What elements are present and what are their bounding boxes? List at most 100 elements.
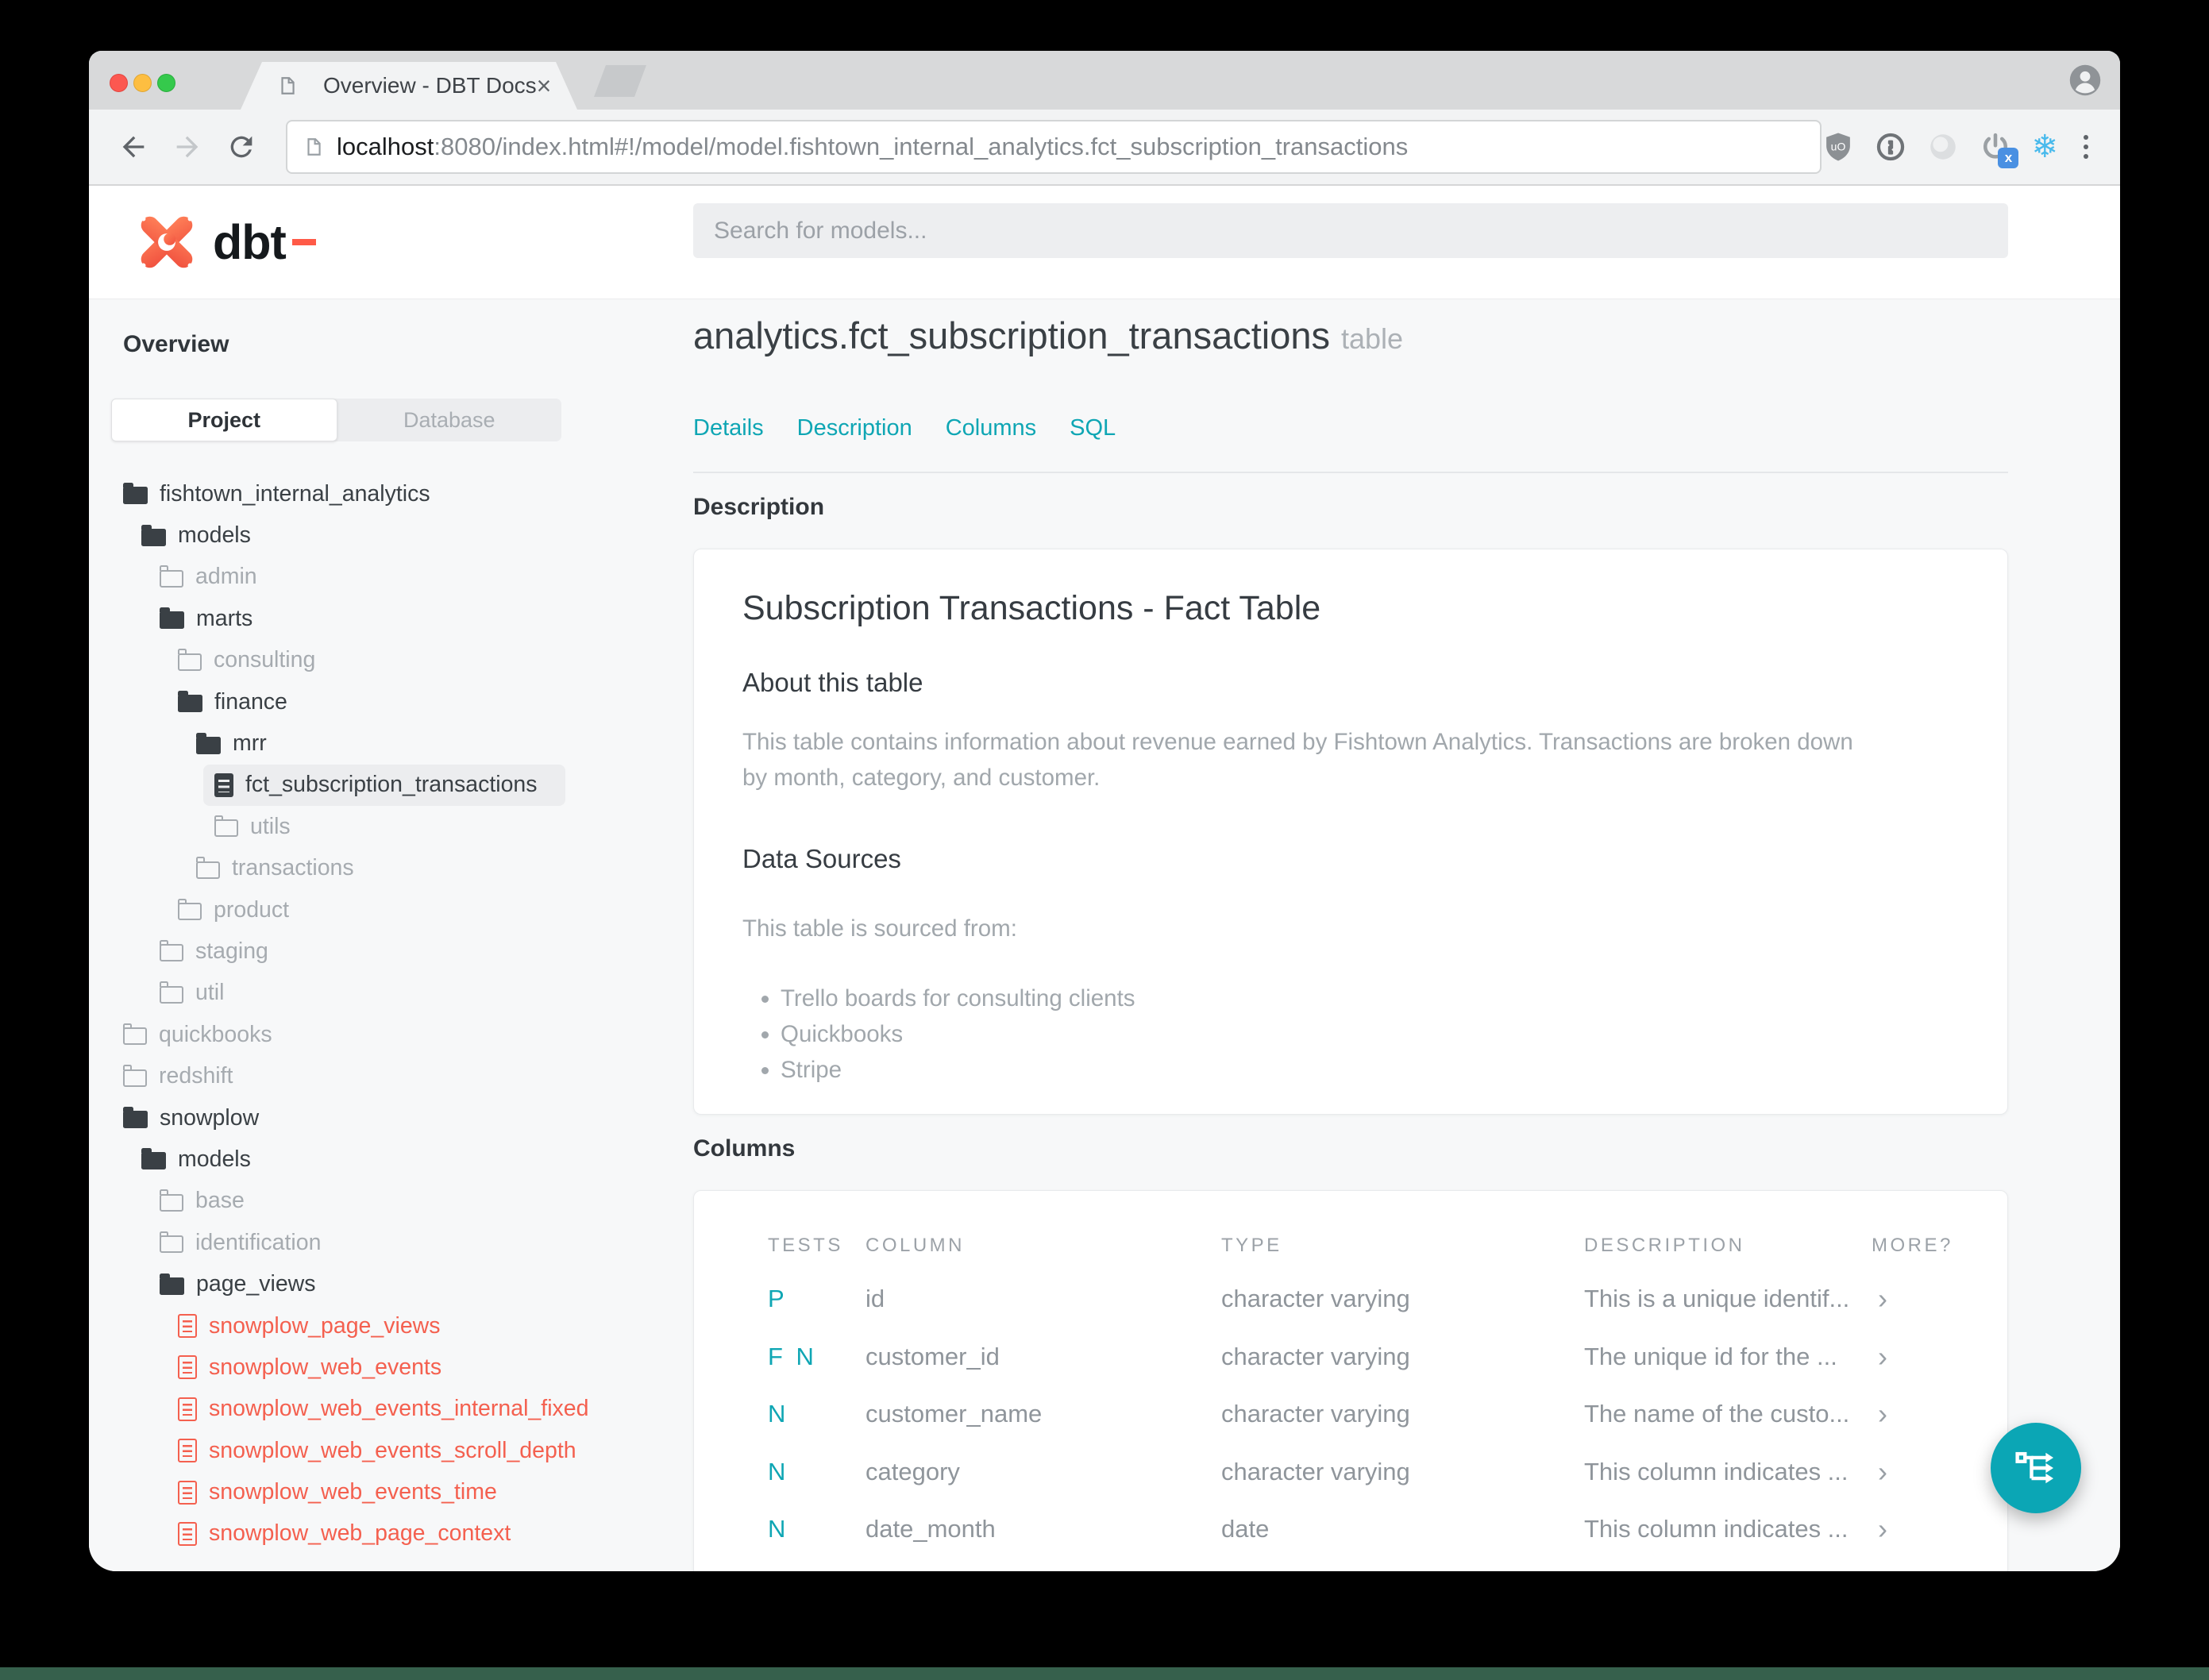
folder-closed-icon — [159, 1231, 183, 1254]
reload-button[interactable] — [226, 131, 257, 163]
chevron-right-icon[interactable]: › — [1872, 1397, 2007, 1431]
tree-item-models[interactable]: models — [89, 514, 693, 556]
tree-item-product[interactable]: product — [89, 889, 693, 931]
power-extension-icon[interactable]: x — [1979, 130, 2019, 168]
tab-strip: Overview - DBT Docs × — [89, 51, 2120, 110]
nav-link-description[interactable]: Description — [797, 414, 912, 442]
doc-title: Subscription Transactions - Fact Table — [742, 589, 1321, 627]
tree-item-page-views[interactable]: page_views — [89, 1263, 693, 1304]
tree-item-identification[interactable]: identification — [89, 1222, 693, 1263]
tree-item-snowplow[interactable]: snowplow — [89, 1097, 693, 1139]
nav-link-columns[interactable]: Columns — [946, 414, 1036, 442]
table-row[interactable]: N date_month date This column indicates … — [768, 1501, 2007, 1559]
chevron-right-icon[interactable]: › — [1872, 1455, 2007, 1489]
sidebar-title: Overview — [123, 331, 229, 357]
data-sources-list: Trello boards for consulting clients Qui… — [742, 981, 1959, 1088]
chevron-right-icon[interactable]: › — [1872, 1282, 2007, 1316]
tree-item-snowplow-web-events-time[interactable]: snowplow_web_events_time — [89, 1471, 693, 1512]
chevron-right-icon[interactable]: › — [1872, 1512, 2007, 1546]
folder-open-icon — [141, 1148, 166, 1170]
tree-item-fct-subscription-transactions[interactable]: fct_subscription_transactions — [203, 764, 565, 807]
ublock-shield-icon[interactable]: uO — [1822, 130, 1855, 164]
profile-avatar-icon[interactable] — [2068, 63, 2103, 98]
model-file-icon — [178, 1397, 197, 1421]
window-minimize-button[interactable] — [133, 74, 152, 92]
table-row[interactable]: F N customer_id character varying The un… — [768, 1328, 2007, 1386]
tree-item-snowplow-web-page-context[interactable]: snowplow_web_page_context — [89, 1513, 693, 1555]
tab-title: Overview - DBT Docs — [323, 73, 537, 98]
new-tab-button[interactable] — [594, 65, 646, 97]
list-item: Trello boards for consulting clients — [781, 981, 1959, 1016]
tree-item-snowplow-web-events[interactable]: snowplow_web_events — [89, 1347, 693, 1388]
browser-tab[interactable]: Overview - DBT Docs × — [241, 62, 577, 110]
tree-item-consulting[interactable]: consulting — [89, 640, 693, 681]
forward-button[interactable] — [172, 131, 203, 163]
snowflake-extension-icon[interactable]: ❄ — [2031, 131, 2058, 163]
nav-link-details[interactable]: Details — [693, 414, 764, 442]
table-row[interactable]: N customer_name character varying The na… — [768, 1385, 2007, 1443]
tab-close-icon[interactable]: × — [537, 73, 552, 98]
folder-closed-icon — [214, 815, 238, 838]
extensions-area: uO x ❄ — [1822, 130, 2103, 168]
folder-closed-icon — [177, 898, 202, 921]
tree-item-marts[interactable]: marts — [89, 598, 693, 639]
x-badge-icon: x — [1998, 148, 2019, 168]
folder-closed-icon — [159, 1189, 183, 1212]
tree-item-mrr[interactable]: mrr — [89, 722, 693, 764]
tree-item-finance[interactable]: finance — [89, 681, 693, 722]
back-button[interactable] — [118, 131, 149, 163]
col-header-description: DESCRIPTION — [1584, 1235, 1745, 1256]
folder-closed-icon — [177, 649, 202, 671]
tree-item-quickbooks[interactable]: quickbooks — [89, 1014, 693, 1055]
nav-link-sql[interactable]: SQL — [1070, 414, 1116, 442]
desktop-edge — [0, 1667, 2209, 1680]
search-input[interactable] — [693, 203, 2008, 258]
window-close-button[interactable] — [110, 74, 128, 92]
window-zoom-button[interactable] — [157, 74, 175, 92]
page-title: analytics.fct_subscription_transactions t… — [693, 314, 2008, 361]
columns-table-body: P id character varying This is a unique … — [694, 1270, 2007, 1559]
tree-item-snowplow-models[interactable]: models — [89, 1139, 693, 1180]
tree-item-util[interactable]: util — [89, 973, 693, 1014]
col-header-tests: TESTS — [768, 1235, 843, 1256]
description-section-heading: Description — [693, 494, 825, 520]
tree-item-admin[interactable]: admin — [89, 557, 693, 598]
folder-open-icon — [160, 607, 184, 630]
tree-item-utils[interactable]: utils — [89, 806, 693, 847]
about-text: This table contains information about re… — [742, 729, 1853, 791]
folder-closed-icon — [159, 565, 183, 588]
page-doc-icon — [277, 74, 298, 98]
tree-item-snowplow-web-events-internal-fixed[interactable]: snowplow_web_events_internal_fixed — [89, 1389, 693, 1430]
tab-project[interactable]: Project — [111, 399, 337, 441]
model-file-icon — [178, 1355, 197, 1380]
tree-item-redshift[interactable]: redshift — [89, 1055, 693, 1096]
tree-item-base[interactable]: base — [89, 1181, 693, 1222]
col-header-type: TYPE — [1221, 1235, 1282, 1256]
folder-open-icon — [196, 732, 221, 754]
folder-closed-icon — [122, 1023, 147, 1046]
columns-card: TESTS COLUMN TYPE DESCRIPTION MORE? P id… — [693, 1190, 2008, 1571]
model-search[interactable] — [693, 203, 2008, 258]
chevron-right-icon[interactable]: › — [1872, 1340, 2007, 1374]
browser-window: Overview - DBT Docs × localhost:8080/ind — [89, 51, 2120, 1571]
tree-item-snowplow-page-views[interactable]: snowplow_page_views — [89, 1305, 693, 1347]
tree-item-snowplow-web-events-scroll-depth[interactable]: snowplow_web_events_scroll_depth — [89, 1430, 693, 1471]
lineage-graph-button[interactable] — [1991, 1423, 2081, 1513]
browser-menu-icon[interactable] — [2077, 132, 2095, 162]
tree-item-staging[interactable]: staging — [89, 931, 693, 972]
address-bar[interactable]: localhost:8080/index.html#!/model/model.… — [286, 120, 1822, 174]
table-row[interactable]: P id character varying This is a unique … — [768, 1270, 2007, 1328]
model-name: analytics.fct_subscription_transactions — [693, 314, 1331, 356]
onepassword-icon[interactable] — [1874, 130, 1907, 164]
list-item: Stripe — [781, 1052, 1959, 1088]
dbt-logo-icon[interactable] — [133, 209, 200, 276]
main-panel: analytics.fct_subscription_transactions t… — [693, 299, 2008, 1571]
tab-database[interactable]: Database — [337, 399, 562, 441]
folder-open-icon — [178, 691, 202, 713]
col-header-column: COLUMN — [865, 1235, 966, 1256]
table-row[interactable]: N category character varying This column… — [768, 1443, 2007, 1501]
tree-item-fishtown-internal-analytics[interactable]: fishtown_internal_analytics — [89, 473, 693, 514]
tree-item-transactions[interactable]: transactions — [89, 848, 693, 889]
model-file-icon — [178, 1521, 197, 1546]
extension-circle-icon[interactable] — [1926, 130, 1960, 164]
